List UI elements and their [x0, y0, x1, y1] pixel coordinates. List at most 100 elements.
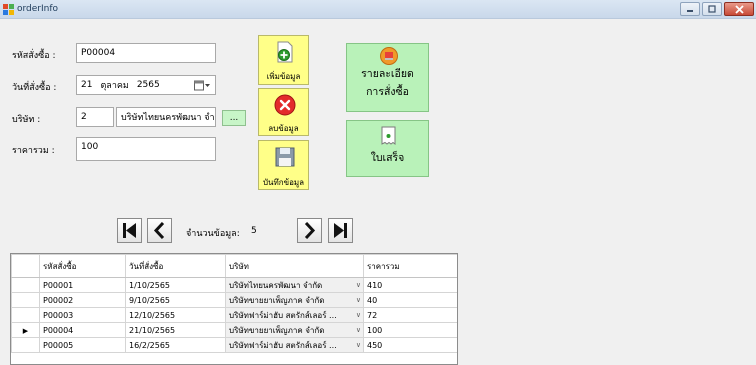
row-header[interactable]: ▶	[11, 322, 40, 338]
delete-icon	[274, 94, 296, 116]
company-combobox-value: บริษัทขายยาเพ็ญภาค จำกัด	[229, 325, 325, 335]
order-date-label: วันที่สั่งซื้อ :	[12, 83, 57, 93]
cell-company[interactable]: บริษัทขายยาเพ็ญภาค จำกัด ∨	[225, 322, 364, 338]
maximize-icon	[708, 5, 716, 13]
total-field[interactable]: 100	[76, 137, 216, 161]
cell-total[interactable]: 100	[363, 322, 457, 338]
column-header-order-id[interactable]: รหัสสั่งซื้อ	[39, 254, 126, 278]
record-count-label: จำนวนข้อมูล:	[186, 229, 240, 239]
receipt-icon	[381, 126, 396, 145]
cell-order-date[interactable]: 9/10/2565	[125, 292, 226, 308]
cell-company[interactable]: บริษัทไทยนครพัฒนา จำกัด ∨	[225, 277, 364, 293]
cell-order-date[interactable]: 21/10/2565	[125, 322, 226, 338]
window-title: orderInfo	[17, 4, 59, 14]
minimize-button[interactable]	[680, 2, 700, 16]
cell-order-date[interactable]: 1/10/2565	[125, 277, 226, 293]
last-icon	[334, 223, 347, 238]
cell-order-id[interactable]: P00002	[39, 292, 126, 308]
table-row[interactable]: P00002 9/10/2565 บริษัทขายยาเพ็ญภาค จำกัด ∨…	[11, 292, 457, 308]
table-row[interactable]: ▶ P00004 21/10/2565 บริษัทขายยาเพ็ญภาค จำกั…	[11, 322, 457, 338]
company-id-value: 2	[81, 112, 87, 122]
cell-order-date[interactable]: 12/10/2565	[125, 307, 226, 323]
cell-order-date[interactable]: 16/2/2565	[125, 337, 226, 353]
company-combobox[interactable]: บริษัทฟาร์ม่าฮับ สตรักส์เลอร์ ... ∨	[226, 308, 363, 322]
title-bar: orderInfo	[0, 0, 756, 19]
company-id-field[interactable]: 2	[76, 107, 114, 127]
cell-total[interactable]: 410	[363, 277, 457, 293]
calendar-dropdown-icon[interactable]	[194, 80, 210, 91]
row-header-corner	[11, 254, 40, 278]
order-detail-button[interactable]: รายละเอียด การสั่งซื้อ	[346, 43, 429, 112]
order-info-window: orderInfo รหัสสั่งซื้อ : P00004 วันที่สั…	[0, 0, 756, 365]
order-id-field[interactable]: P00004	[76, 43, 216, 63]
receipt-button[interactable]: ใบเสร็จ	[346, 120, 429, 177]
total-label: ราคารวม :	[12, 146, 55, 156]
cell-order-id[interactable]: P00004	[39, 322, 126, 338]
first-record-button[interactable]	[117, 218, 142, 243]
cell-order-id[interactable]: P00003	[39, 307, 126, 323]
save-button[interactable]: บันทึกข้อมูล	[258, 140, 309, 190]
order-date-day: 21	[81, 80, 93, 90]
column-header-total[interactable]: ราคารวม	[363, 254, 457, 278]
row-header[interactable]	[11, 307, 40, 323]
close-button[interactable]	[724, 2, 754, 16]
company-combobox-value: บริษัทฟาร์ม่าฮับ สตรักส์เลอร์ ...	[229, 340, 337, 350]
order-id-label: รหัสสั่งซื้อ :	[12, 51, 56, 61]
company-combobox-value: บริษัทฟาร์ม่าฮับ สตรักส์เลอร์ ...	[229, 310, 337, 320]
column-header-order-date[interactable]: วันที่สั่งซื้อ	[125, 254, 226, 278]
table-row[interactable]: P00003 12/10/2565 บริษัทฟาร์ม่าฮับ สตรักส์…	[11, 307, 457, 323]
company-combobox[interactable]: บริษัทขายยาเพ็ญภาค จำกัด ∨	[226, 293, 363, 307]
app-icon	[3, 4, 14, 15]
browse-company-button[interactable]: ...	[222, 110, 246, 126]
company-combobox[interactable]: บริษัทไทยนครพัฒนา จำกัด ∨	[226, 278, 363, 292]
row-header[interactable]	[11, 337, 40, 353]
first-icon	[123, 223, 136, 238]
close-icon	[734, 5, 744, 14]
last-record-button[interactable]	[328, 218, 353, 243]
current-row-indicator-icon: ▶	[22, 326, 29, 335]
chevron-down-icon[interactable]: ∨	[356, 296, 361, 304]
orders-grid[interactable]: รหัสสั่งซื้อ วันที่สั่งซื้อ บริษัท ราคาร…	[10, 253, 458, 365]
maximize-button[interactable]	[702, 2, 722, 16]
row-header[interactable]	[11, 292, 40, 308]
row-header[interactable]	[11, 277, 40, 293]
table-row[interactable]: P00001 1/10/2565 บริษัทไทยนครพัฒนา จำกัด ∨ 4…	[11, 277, 457, 293]
chevron-down-icon[interactable]: ∨	[356, 341, 361, 349]
company-combobox[interactable]: บริษัทฟาร์ม่าฮับ สตรักส์เลอร์ ... ∨	[226, 338, 363, 352]
company-label: บริษัท :	[12, 115, 41, 125]
cell-total[interactable]: 450	[363, 337, 457, 353]
order-date-year: 2565	[136, 80, 160, 90]
delete-button-label: ลบข้อมูล	[268, 124, 299, 133]
table-row[interactable]: P00005 16/2/2565 บริษัทฟาร์ม่าฮับ สตรักส์เ…	[11, 337, 457, 353]
cell-company[interactable]: บริษัทฟาร์ม่าฮับ สตรักส์เลอร์ ... ∨	[225, 307, 364, 323]
add-button-label: เพิ่มข้อมูล	[266, 72, 301, 81]
receipt-label: ใบเสร็จ	[370, 152, 405, 164]
previous-record-button[interactable]	[147, 218, 172, 243]
order-date-picker[interactable]: 21 ตุลาคม 2565	[76, 75, 216, 95]
record-count-value: 5	[251, 226, 257, 236]
add-button[interactable]: เพิ่มข้อมูล	[258, 35, 309, 85]
chevron-down-icon[interactable]: ∨	[356, 311, 361, 319]
cell-total[interactable]: 72	[363, 307, 457, 323]
company-name-field[interactable]: บริษัทไทยนครพัฒนา จำ	[116, 107, 216, 127]
delete-button[interactable]: ลบข้อมูล	[258, 88, 309, 136]
company-combobox[interactable]: บริษัทขายยาเพ็ญภาค จำกัด ∨	[226, 323, 363, 337]
order-id-value: P00004	[81, 48, 116, 58]
cell-company[interactable]: บริษัทฟาร์ม่าฮับ สตรักส์เลอร์ ... ∨	[225, 337, 364, 353]
next-record-button[interactable]	[297, 218, 322, 243]
total-value: 100	[81, 142, 99, 152]
cell-company[interactable]: บริษัทขายยาเพ็ญภาค จำกัด ∨	[225, 292, 364, 308]
cell-order-id[interactable]: P00005	[39, 337, 126, 353]
cell-order-id[interactable]: P00001	[39, 277, 126, 293]
minimize-icon	[687, 10, 693, 12]
company-combobox-value: บริษัทไทยนครพัฒนา จำกัด	[229, 280, 323, 290]
chevron-down-icon[interactable]: ∨	[356, 326, 361, 334]
column-header-company[interactable]: บริษัท	[225, 254, 364, 278]
next-icon	[304, 222, 316, 239]
chevron-down-icon[interactable]: ∨	[356, 281, 361, 289]
order-detail-label-line2: การสั่งซื้อ	[366, 86, 409, 98]
save-disk-icon	[275, 147, 295, 167]
cell-total[interactable]: 40	[363, 292, 457, 308]
grid-header-row: รหัสสั่งซื้อ วันที่สั่งซื้อ บริษัท ราคาร…	[11, 254, 457, 278]
company-combobox-value: บริษัทขายยาเพ็ญภาค จำกัด	[229, 295, 325, 305]
